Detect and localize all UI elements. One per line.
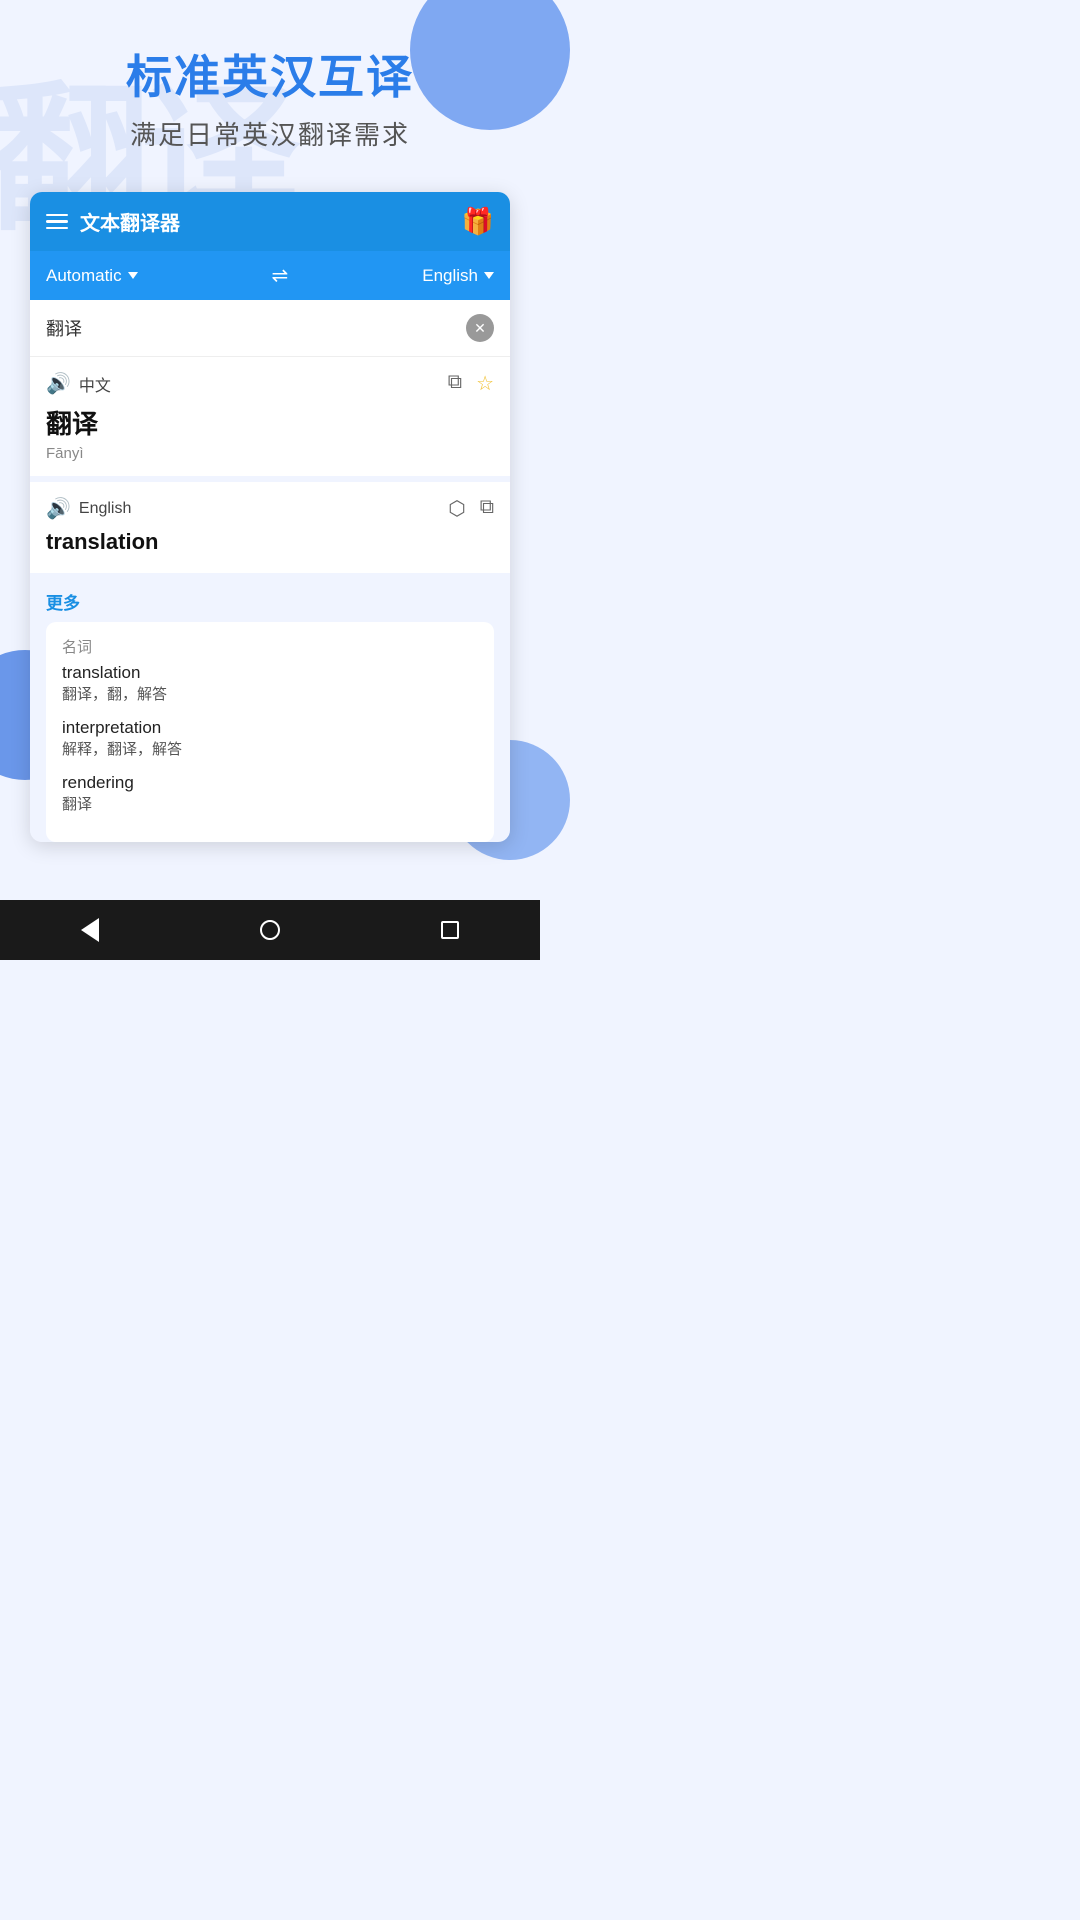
chinese-lang-name: 中文 — [79, 372, 111, 396]
more-label: 更多 — [46, 589, 494, 614]
source-language-button[interactable]: Automatic — [46, 266, 138, 286]
language-selector-bar: Automatic ⇌ English — [30, 251, 510, 300]
navigation-bar — [0, 900, 540, 960]
main-content: 标准英汉互译 满足日常英汉翻译需求 文本翻译器 🎁 Automatic ⇌ En… — [0, 0, 540, 842]
more-item-zh-1: 解释，翻译，解答 — [62, 738, 478, 759]
nav-back-button[interactable] — [81, 918, 99, 942]
source-lang-dropdown-icon — [128, 272, 138, 279]
sub-title: 满足日常英汉翻译需求 — [30, 115, 510, 152]
nav-home-icon — [260, 920, 280, 940]
main-title: 标准英汉互译 — [30, 50, 510, 105]
english-lang-label: 🔊 English — [46, 496, 131, 521]
english-open-icon[interactable]: ⬡ — [448, 496, 465, 521]
more-item-en-0: translation — [62, 663, 478, 683]
english-lang-name: English — [79, 500, 131, 518]
chinese-card-actions: ⧉ ☆ — [448, 371, 494, 396]
more-category-label: 名词 — [62, 636, 478, 657]
more-item-zh-0: 翻译，翻，解答 — [62, 683, 478, 704]
nav-home-button[interactable] — [260, 920, 280, 940]
list-item: translation 翻译，翻，解答 — [62, 663, 478, 704]
english-speaker-icon[interactable]: 🔊 — [46, 496, 71, 521]
more-item-en-1: interpretation — [62, 718, 478, 738]
chinese-card-header: 🔊 中文 ⧉ ☆ — [46, 371, 494, 396]
english-result-card: 🔊 English ⬡ ⧉ translation — [30, 482, 510, 579]
swap-languages-button[interactable]: ⇌ — [272, 263, 289, 288]
source-language-label: Automatic — [46, 266, 122, 286]
english-card-header: 🔊 English ⬡ ⧉ — [46, 496, 494, 521]
chinese-lang-label: 🔊 中文 — [46, 371, 111, 396]
app-title-label: 文本翻译器 — [80, 207, 462, 236]
nav-recent-button[interactable] — [441, 921, 459, 939]
input-text-display[interactable]: 翻译 — [46, 315, 466, 341]
chinese-copy-icon[interactable]: ⧉ — [448, 371, 462, 396]
more-item-zh-2: 翻译 — [62, 793, 478, 814]
more-item-en-2: rendering — [62, 773, 478, 793]
header-area: 标准英汉互译 满足日常英汉翻译需求 — [0, 0, 540, 172]
english-copy-icon[interactable]: ⧉ — [480, 496, 494, 521]
more-section: 更多 名词 translation 翻译，翻，解答 interpretation… — [30, 579, 510, 842]
more-card: 名词 translation 翻译，翻，解答 interpretation 解释… — [46, 622, 494, 842]
app-header: 文本翻译器 🎁 — [30, 192, 510, 251]
nav-recent-icon — [441, 921, 459, 939]
target-lang-dropdown-icon — [484, 272, 494, 279]
chinese-result-pinyin: Fānyì — [46, 445, 494, 462]
chinese-result-word: 翻译 — [46, 404, 494, 441]
hamburger-menu-button[interactable] — [46, 214, 68, 230]
chinese-speaker-icon[interactable]: 🔊 — [46, 371, 71, 396]
chinese-result-card: 🔊 中文 ⧉ ☆ 翻译 Fānyì — [30, 357, 510, 482]
nav-back-icon — [81, 918, 99, 942]
chinese-star-icon[interactable]: ☆ — [476, 371, 494, 396]
target-language-button[interactable]: English — [422, 266, 494, 286]
english-result-word: translation — [46, 529, 494, 555]
gift-icon[interactable]: 🎁 — [462, 206, 494, 237]
list-item: rendering 翻译 — [62, 773, 478, 814]
list-item: interpretation 解释，翻译，解答 — [62, 718, 478, 759]
app-window: 文本翻译器 🎁 Automatic ⇌ English 翻译 🔊 — [30, 192, 510, 842]
english-card-actions: ⬡ ⧉ — [448, 496, 494, 521]
target-language-label: English — [422, 266, 478, 286]
input-area: 翻译 — [30, 300, 510, 357]
clear-input-button[interactable] — [466, 314, 494, 342]
